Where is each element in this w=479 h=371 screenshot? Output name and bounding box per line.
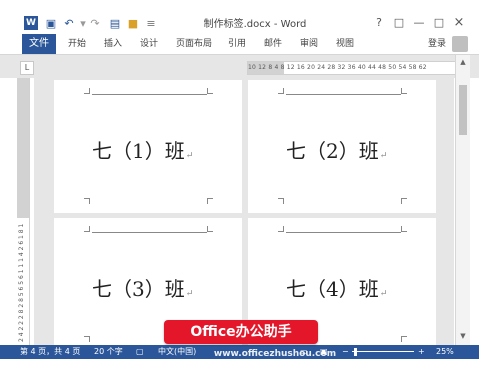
scrollbar-thumb[interactable]	[459, 85, 467, 135]
crop-mark	[278, 198, 284, 204]
title-bar: W ▣ ↶ ▾ ↷ ▤ ■ ≡ 制作标签.docx - Word ? □ — □…	[0, 0, 479, 34]
ruler-tick: 32	[337, 64, 346, 71]
crop-mark	[84, 88, 90, 94]
zoom-level[interactable]: 25%	[436, 345, 454, 359]
crop-mark	[401, 336, 407, 342]
ruler-tick: 24	[317, 64, 326, 71]
crop-mark	[84, 198, 90, 204]
office-assistant-badge: Office办公助手	[164, 320, 318, 344]
tab-mailings[interactable]: 邮件	[264, 34, 282, 54]
ribbon-tabs: 文件 开始 插入 设计 页面布局 引用 邮件 审阅 视图 登录	[0, 34, 479, 55]
vertical-ruler-ticks: 2 4 2 2 2 8 2 8 5 6 5 6 1 1 1 4 2 6 1 8 …	[18, 222, 25, 342]
open-folder-icon[interactable]: ■	[126, 16, 140, 32]
tab-design[interactable]: 设计	[140, 34, 158, 54]
avatar[interactable]	[452, 36, 468, 52]
ruler-tick: 48	[378, 64, 387, 71]
header-line	[286, 232, 401, 233]
ruler-tick: 58	[408, 64, 417, 71]
crop-mark	[207, 88, 213, 94]
redo-icon[interactable]: ↷	[88, 16, 102, 32]
tab-file[interactable]: 文件	[22, 34, 56, 54]
ruler-tick: 54	[398, 64, 407, 71]
ruler-tick: 10	[248, 64, 257, 71]
paragraph-mark: ↵	[185, 151, 194, 161]
label-text[interactable]: 七（4）班↵	[286, 273, 387, 302]
crop-mark	[278, 88, 284, 94]
sign-in-link[interactable]: 登录	[428, 34, 446, 54]
header-line	[92, 94, 207, 95]
ruler-tick: 20	[307, 64, 316, 71]
word-app-icon: W	[24, 16, 38, 30]
zoom-slider[interactable]	[352, 351, 414, 352]
crop-mark	[401, 226, 407, 232]
help-icon[interactable]: ?	[372, 16, 386, 30]
paragraph-mark: ↵	[379, 151, 388, 161]
tab-home[interactable]: 开始	[68, 34, 86, 54]
close-icon[interactable]: ×	[452, 16, 466, 30]
vertical-ruler[interactable]: 2 4 2 2 2 8 2 8 5 6 5 6 1 1 1 4 2 6 1 8 …	[17, 78, 30, 345]
document-canvas[interactable]: 七（1）班↵ 七（2）班↵ 七（3）班↵ 七（4）班↵	[34, 78, 454, 345]
crop-mark	[84, 226, 90, 232]
ruler-tick: 8	[268, 64, 273, 71]
horizontal-ruler[interactable]: 10 12 8 4 8 12 16 20 24 28 32 36 40 44 4…	[247, 61, 467, 75]
customize-qat-icon[interactable]: ≡	[144, 16, 158, 32]
tab-references[interactable]: 引用	[228, 34, 246, 54]
scroll-up-icon[interactable]: ▲	[456, 57, 470, 67]
crop-mark	[84, 336, 90, 342]
minimize-icon[interactable]: —	[412, 16, 426, 30]
scroll-down-icon[interactable]: ▼	[456, 331, 470, 341]
ruler-tick: 8	[280, 64, 285, 71]
word-count[interactable]: 20 个字	[94, 345, 123, 359]
crop-mark	[207, 226, 213, 232]
header-line	[286, 94, 401, 95]
ruler-margin	[17, 78, 29, 218]
label-card[interactable]: 七（1）班↵	[54, 80, 242, 213]
page-count[interactable]: 第 4 页，共 4 页	[20, 345, 80, 359]
paragraph-mark: ↵	[379, 289, 388, 299]
ruler-tick: 12	[286, 64, 295, 71]
ruler-tick: 12	[258, 64, 267, 71]
label-text[interactable]: 七（3）班↵	[92, 273, 193, 302]
proofing-icon[interactable]: ▢	[136, 345, 144, 359]
save-icon[interactable]: ▣	[44, 16, 58, 32]
ruler-tick: 16	[296, 64, 305, 71]
header-line	[92, 232, 207, 233]
ruler-tick: 40	[357, 64, 366, 71]
paragraph-mark: ↵	[185, 289, 194, 299]
undo-icon[interactable]: ↶	[62, 16, 76, 32]
new-doc-icon[interactable]: ▤	[108, 16, 122, 32]
maximize-icon[interactable]: □	[432, 16, 446, 30]
ruler-tick: 44	[367, 64, 377, 71]
label-text[interactable]: 七（2）班↵	[286, 135, 387, 164]
watermark-url: www.officezhushou.com	[213, 349, 337, 359]
ruler-tick: 4	[274, 64, 279, 71]
label-text[interactable]: 七（1）班↵	[92, 135, 193, 164]
tab-view[interactable]: 视图	[336, 34, 354, 54]
language-indicator[interactable]: 中文(中国)	[158, 345, 196, 359]
ribbon-display-icon[interactable]: □	[392, 16, 406, 30]
ruler-tick: 28	[327, 64, 336, 71]
ruler-area: L 10 12 8 4 8 12 16 20 24 28 32 36 40 44…	[0, 55, 479, 78]
vertical-scrollbar[interactable]: ▲ ▼	[455, 55, 470, 345]
tab-insert[interactable]: 插入	[104, 34, 122, 54]
document-title: 制作标签.docx - Word	[203, 19, 307, 30]
ruler-tick: 36	[347, 64, 356, 71]
crop-mark	[278, 226, 284, 232]
label-card[interactable]: 七（2）班↵	[248, 80, 436, 213]
crop-mark	[401, 198, 407, 204]
crop-mark	[207, 198, 213, 204]
crop-mark	[401, 88, 407, 94]
ruler-tick: 62	[418, 64, 427, 71]
tab-stop-selector[interactable]: L	[20, 61, 34, 75]
tab-page-layout[interactable]: 页面布局	[176, 34, 212, 54]
zoom-slider-thumb[interactable]	[353, 348, 357, 356]
ruler-tick: 50	[388, 64, 397, 71]
tab-review[interactable]: 审阅	[300, 34, 318, 54]
zoom-in-icon[interactable]: +	[418, 345, 425, 359]
